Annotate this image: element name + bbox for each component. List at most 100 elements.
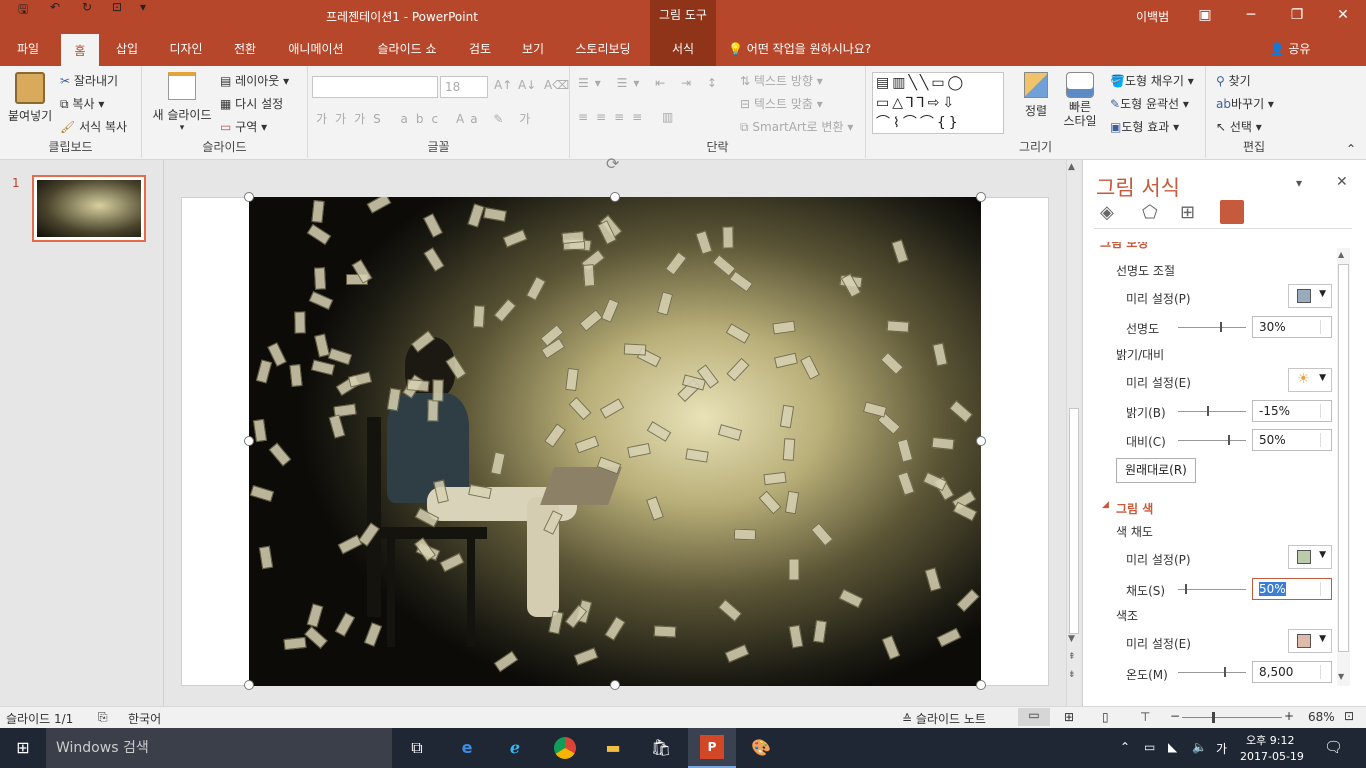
- tab-insert[interactable]: 삽입: [106, 32, 148, 66]
- brightness-preset-dropdown[interactable]: ☀ ▼: [1288, 368, 1332, 392]
- resize-handle[interactable]: [244, 436, 254, 446]
- clock-time[interactable]: 오후 9:12: [1246, 732, 1294, 748]
- zoom-in-icon[interactable]: +: [1284, 709, 1294, 723]
- tab-transitions[interactable]: 전환: [224, 32, 266, 66]
- format-painter-button[interactable]: 🖌 서식 복사: [60, 118, 127, 135]
- find-button[interactable]: ⚲ 찾기: [1216, 72, 1251, 89]
- contrast-spinner[interactable]: 50%: [1252, 429, 1332, 451]
- shapes-gallery[interactable]: ▤▥╲╲▭◯ ▭△⅂⅂⇨⇩ ⌒⌇⌒⌒{}: [872, 72, 1004, 134]
- notes-button[interactable]: ≙ 슬라이드 노트: [902, 710, 986, 727]
- ie-icon[interactable]: ℯ: [500, 734, 530, 762]
- align-text-button[interactable]: ⊟ 텍스트 맞춤 ▾: [740, 95, 823, 112]
- sharpness-preset-dropdown[interactable]: ▼: [1288, 284, 1332, 308]
- tab-design[interactable]: 디자인: [160, 32, 212, 66]
- chrome-icon[interactable]: [550, 734, 580, 762]
- grow-font-icon[interactable]: A↑: [494, 78, 512, 92]
- zoom-knob[interactable]: [1212, 712, 1215, 723]
- canvas-scrollbar[interactable]: ▲ ▼ ⇞ ⇟: [1066, 160, 1080, 706]
- tab-animations[interactable]: 애니메이션: [280, 32, 352, 66]
- slide-thumbnail[interactable]: [32, 175, 146, 242]
- prev-slide-icon[interactable]: ⇞: [1068, 652, 1076, 662]
- redo-icon[interactable]: ↻: [82, 0, 92, 14]
- shape-fill-button[interactable]: 🪣도형 채우기 ▾: [1110, 72, 1194, 89]
- pane-scrollbar[interactable]: ▲ ▼: [1337, 248, 1350, 686]
- volume-icon[interactable]: 🔈: [1192, 740, 1207, 754]
- language-status[interactable]: 한국어: [128, 710, 161, 727]
- replace-button[interactable]: ab바꾸기 ▾: [1216, 95, 1274, 112]
- resize-handle[interactable]: [610, 192, 620, 202]
- ribbon-options-icon[interactable]: ▣: [1182, 0, 1228, 32]
- clear-format-icon[interactable]: A⌫: [544, 78, 569, 92]
- tab-file[interactable]: 파일: [4, 32, 52, 66]
- font-size-input[interactable]: 18: [440, 76, 488, 98]
- zoom-out-icon[interactable]: −: [1170, 709, 1180, 723]
- saturation-spinner[interactable]: 50%: [1252, 578, 1332, 600]
- tab-review[interactable]: 검토: [460, 32, 500, 66]
- effects-pentagon-icon[interactable]: ⬠: [1142, 202, 1158, 223]
- copy-button[interactable]: ⧉ 복사 ▾: [60, 95, 104, 112]
- rotate-handle-icon[interactable]: ⟳: [606, 154, 619, 173]
- normal-view-icon[interactable]: ▭: [1018, 708, 1050, 726]
- sharpness-spinner[interactable]: 30%: [1252, 316, 1332, 338]
- slide-sorter-icon[interactable]: ⊞: [1064, 710, 1074, 724]
- list-buttons[interactable]: ☰▾ ☰▾ ⇤ ⇥ ↕: [578, 76, 723, 90]
- brightness-slider[interactable]: [1178, 406, 1246, 416]
- taskbar-search[interactable]: Windows 검색: [46, 728, 392, 768]
- file-explorer-icon[interactable]: ▬: [598, 734, 628, 762]
- powerpoint-taskbar-button[interactable]: P: [688, 728, 736, 768]
- undo-icon[interactable]: ↶: [50, 0, 60, 14]
- notifications-icon[interactable]: 🗨: [1324, 738, 1343, 756]
- clock-date[interactable]: 2017-05-19: [1240, 750, 1304, 763]
- ime-indicator[interactable]: 가: [1216, 740, 1227, 757]
- pane-scroll-down-icon[interactable]: ▼: [1338, 672, 1344, 681]
- windows-start-icon[interactable]: ⊞: [8, 734, 38, 762]
- battery-icon[interactable]: ▭: [1144, 740, 1155, 754]
- size-properties-icon[interactable]: ⊞: [1180, 202, 1195, 223]
- text-direction-button[interactable]: ⇅ 텍스트 방향 ▾: [740, 72, 823, 89]
- sharpness-slider[interactable]: [1178, 322, 1246, 332]
- picture-color-header[interactable]: 그림 색: [1116, 500, 1153, 517]
- picture[interactable]: [249, 197, 981, 686]
- reset-slide-button[interactable]: ▦ 다시 설정: [220, 95, 283, 112]
- pane-scroll-thumb[interactable]: [1338, 264, 1349, 652]
- present-icon[interactable]: ⊡: [112, 0, 122, 14]
- fill-line-icon[interactable]: ◈: [1100, 202, 1114, 223]
- shape-outline-button[interactable]: ✎도형 윤곽선 ▾: [1110, 95, 1189, 112]
- tell-me-search[interactable]: 💡 어떤 작업을 원하시나요?: [728, 32, 888, 66]
- resize-handle[interactable]: [244, 192, 254, 202]
- cut-button[interactable]: ✂ 잘라내기: [60, 72, 118, 89]
- temperature-slider[interactable]: [1178, 667, 1246, 677]
- user-name[interactable]: 이백범: [1136, 8, 1169, 25]
- paint-icon[interactable]: 🎨: [746, 734, 776, 762]
- shape-effects-button[interactable]: ▣도형 효과 ▾: [1110, 118, 1179, 135]
- tone-preset-dropdown[interactable]: ▼: [1288, 629, 1332, 653]
- arrange-button[interactable]: 정렬: [1018, 72, 1054, 119]
- pane-options-icon[interactable]: ▾: [1296, 176, 1302, 190]
- reading-view-icon[interactable]: ▯: [1102, 710, 1109, 724]
- store-icon[interactable]: 🛍: [646, 734, 676, 762]
- select-button[interactable]: ↖ 선택 ▾: [1216, 118, 1262, 135]
- minimize-button[interactable]: ─: [1228, 0, 1274, 32]
- align-buttons[interactable]: ≡≡≡≡ ▥: [578, 110, 681, 124]
- network-icon[interactable]: ◣: [1168, 740, 1177, 754]
- saturation-slider[interactable]: [1178, 584, 1246, 594]
- share-button[interactable]: 👤 공유: [1262, 32, 1318, 66]
- scroll-thumb[interactable]: [1069, 408, 1079, 634]
- next-slide-icon[interactable]: ⇟: [1068, 670, 1076, 680]
- save-icon[interactable]: 🖫: [18, 0, 28, 21]
- resize-handle[interactable]: [976, 192, 986, 202]
- resize-handle[interactable]: [244, 680, 254, 690]
- new-slide-button[interactable]: 새 슬라이드 ▾: [148, 72, 216, 133]
- smartart-button[interactable]: ⧉ SmartArt로 변환 ▾: [740, 118, 853, 135]
- tab-slideshow[interactable]: 슬라이드 쇼: [368, 32, 446, 66]
- task-view-icon[interactable]: ⧉: [402, 734, 432, 762]
- spellcheck-icon[interactable]: ⎘: [98, 710, 108, 725]
- temperature-spinner[interactable]: 8,500: [1252, 661, 1332, 683]
- pane-close-icon[interactable]: ✕: [1336, 174, 1348, 190]
- collapse-triangle-icon[interactable]: ◢: [1102, 500, 1109, 510]
- resize-handle[interactable]: [976, 436, 986, 446]
- font-misc-buttons[interactable]: Aa ✎ 가: [456, 110, 536, 127]
- saturation-preset-dropdown[interactable]: ▼: [1288, 545, 1332, 569]
- picture-icon[interactable]: [1220, 200, 1244, 224]
- font-style-buttons[interactable]: 가가가S abc: [316, 110, 446, 127]
